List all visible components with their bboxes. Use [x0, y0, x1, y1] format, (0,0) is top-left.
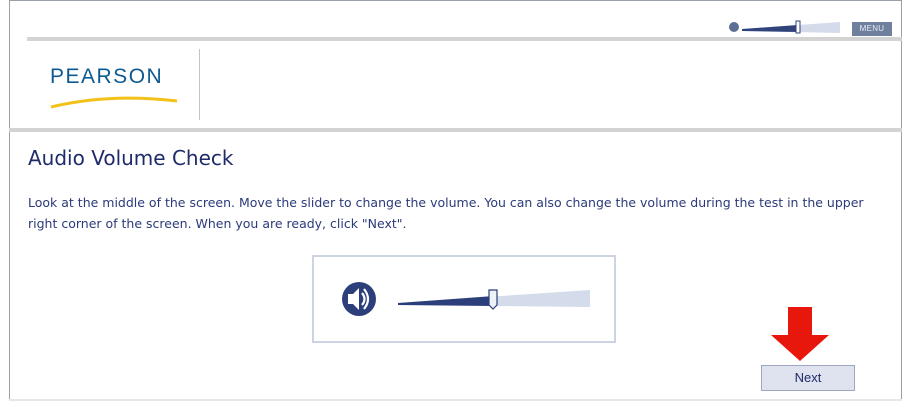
page-title: Audio Volume Check [28, 146, 234, 170]
volume-slider[interactable] [398, 285, 590, 313]
divider [9, 128, 902, 132]
slider-thumb[interactable] [488, 289, 498, 310]
slider-thumb[interactable] [795, 20, 801, 34]
top-bar: MENU [0, 0, 904, 36]
next-button[interactable]: Next [761, 365, 855, 391]
speaker-icon [342, 282, 376, 316]
instructions-text: Look at the middle of the screen. Move t… [28, 195, 864, 231]
volume-panel [312, 255, 616, 343]
header-volume-slider[interactable] [728, 20, 840, 34]
divider [199, 49, 200, 120]
speaker-icon [729, 22, 739, 32]
menu-button[interactable]: MENU [852, 22, 892, 36]
arrow-down-icon [771, 307, 829, 361]
logo: PEARSON [27, 41, 202, 127]
logo-swoosh-icon [50, 96, 178, 109]
logo-text: PEARSON [50, 65, 164, 88]
